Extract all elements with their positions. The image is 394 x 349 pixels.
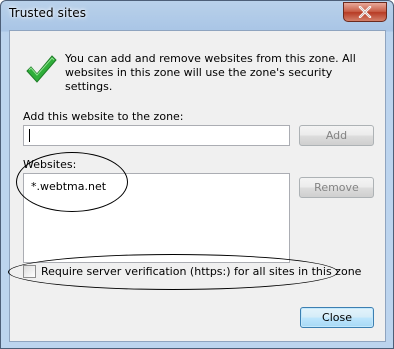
text-caret [29,129,30,142]
remove-button[interactable]: Remove [299,177,374,198]
dialog-window: Trusted sites You can add and remove web… [0,0,394,349]
https-checkbox-label[interactable]: Require server verification (https:) for… [41,265,361,278]
zone-info-text: You can add and remove websites from thi… [65,52,356,93]
websites-label: Websites: [23,158,77,171]
window-close-button[interactable] [343,2,387,22]
dialog-content: You can add and remove websites from thi… [9,30,386,342]
title-bar[interactable]: Trusted sites [1,1,393,29]
list-item[interactable]: *.webtma.net [31,180,106,193]
window-title: Trusted sites [9,6,87,20]
https-checkbox[interactable] [23,264,36,278]
https-verification-option[interactable]: Require server verification (https:) for… [23,263,361,279]
close-button[interactable]: Close [300,307,374,328]
websites-list[interactable]: *.webtma.net [23,173,290,263]
add-button[interactable]: Add [299,125,374,146]
green-checkmark-icon [26,55,57,83]
add-site-label: Add this website to the zone: [23,110,184,123]
close-x-icon [358,6,372,18]
website-input[interactable] [23,125,290,146]
